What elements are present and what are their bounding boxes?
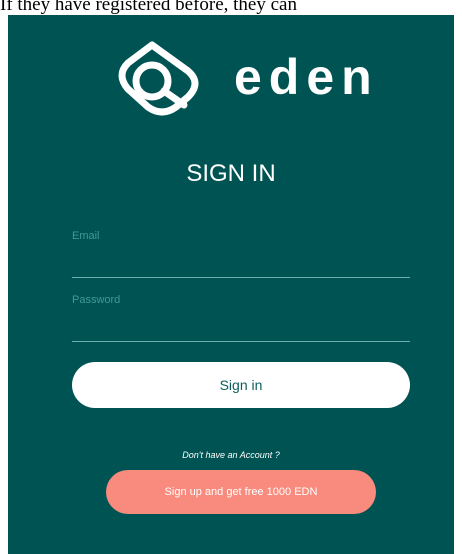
brand-logo: eden bbox=[110, 31, 380, 121]
brand-name: eden bbox=[234, 49, 379, 105]
signin-panel: eden SIGN IN Email Password Sign in Don'… bbox=[8, 15, 454, 554]
email-label: Email bbox=[72, 230, 100, 242]
email-field[interactable] bbox=[72, 255, 410, 278]
caption-text: If they have registered before, they can bbox=[0, 0, 297, 15]
password-field[interactable] bbox=[72, 319, 410, 342]
eden-logo-icon bbox=[118, 41, 199, 116]
page-title: SIGN IN bbox=[186, 160, 276, 187]
password-label: Password bbox=[72, 294, 121, 306]
no-account-text: Don't have an Account ? bbox=[182, 450, 280, 460]
signin-button[interactable]: Sign in bbox=[72, 362, 410, 408]
signup-button[interactable]: Sign up and get free 1000 EDN bbox=[106, 470, 376, 514]
